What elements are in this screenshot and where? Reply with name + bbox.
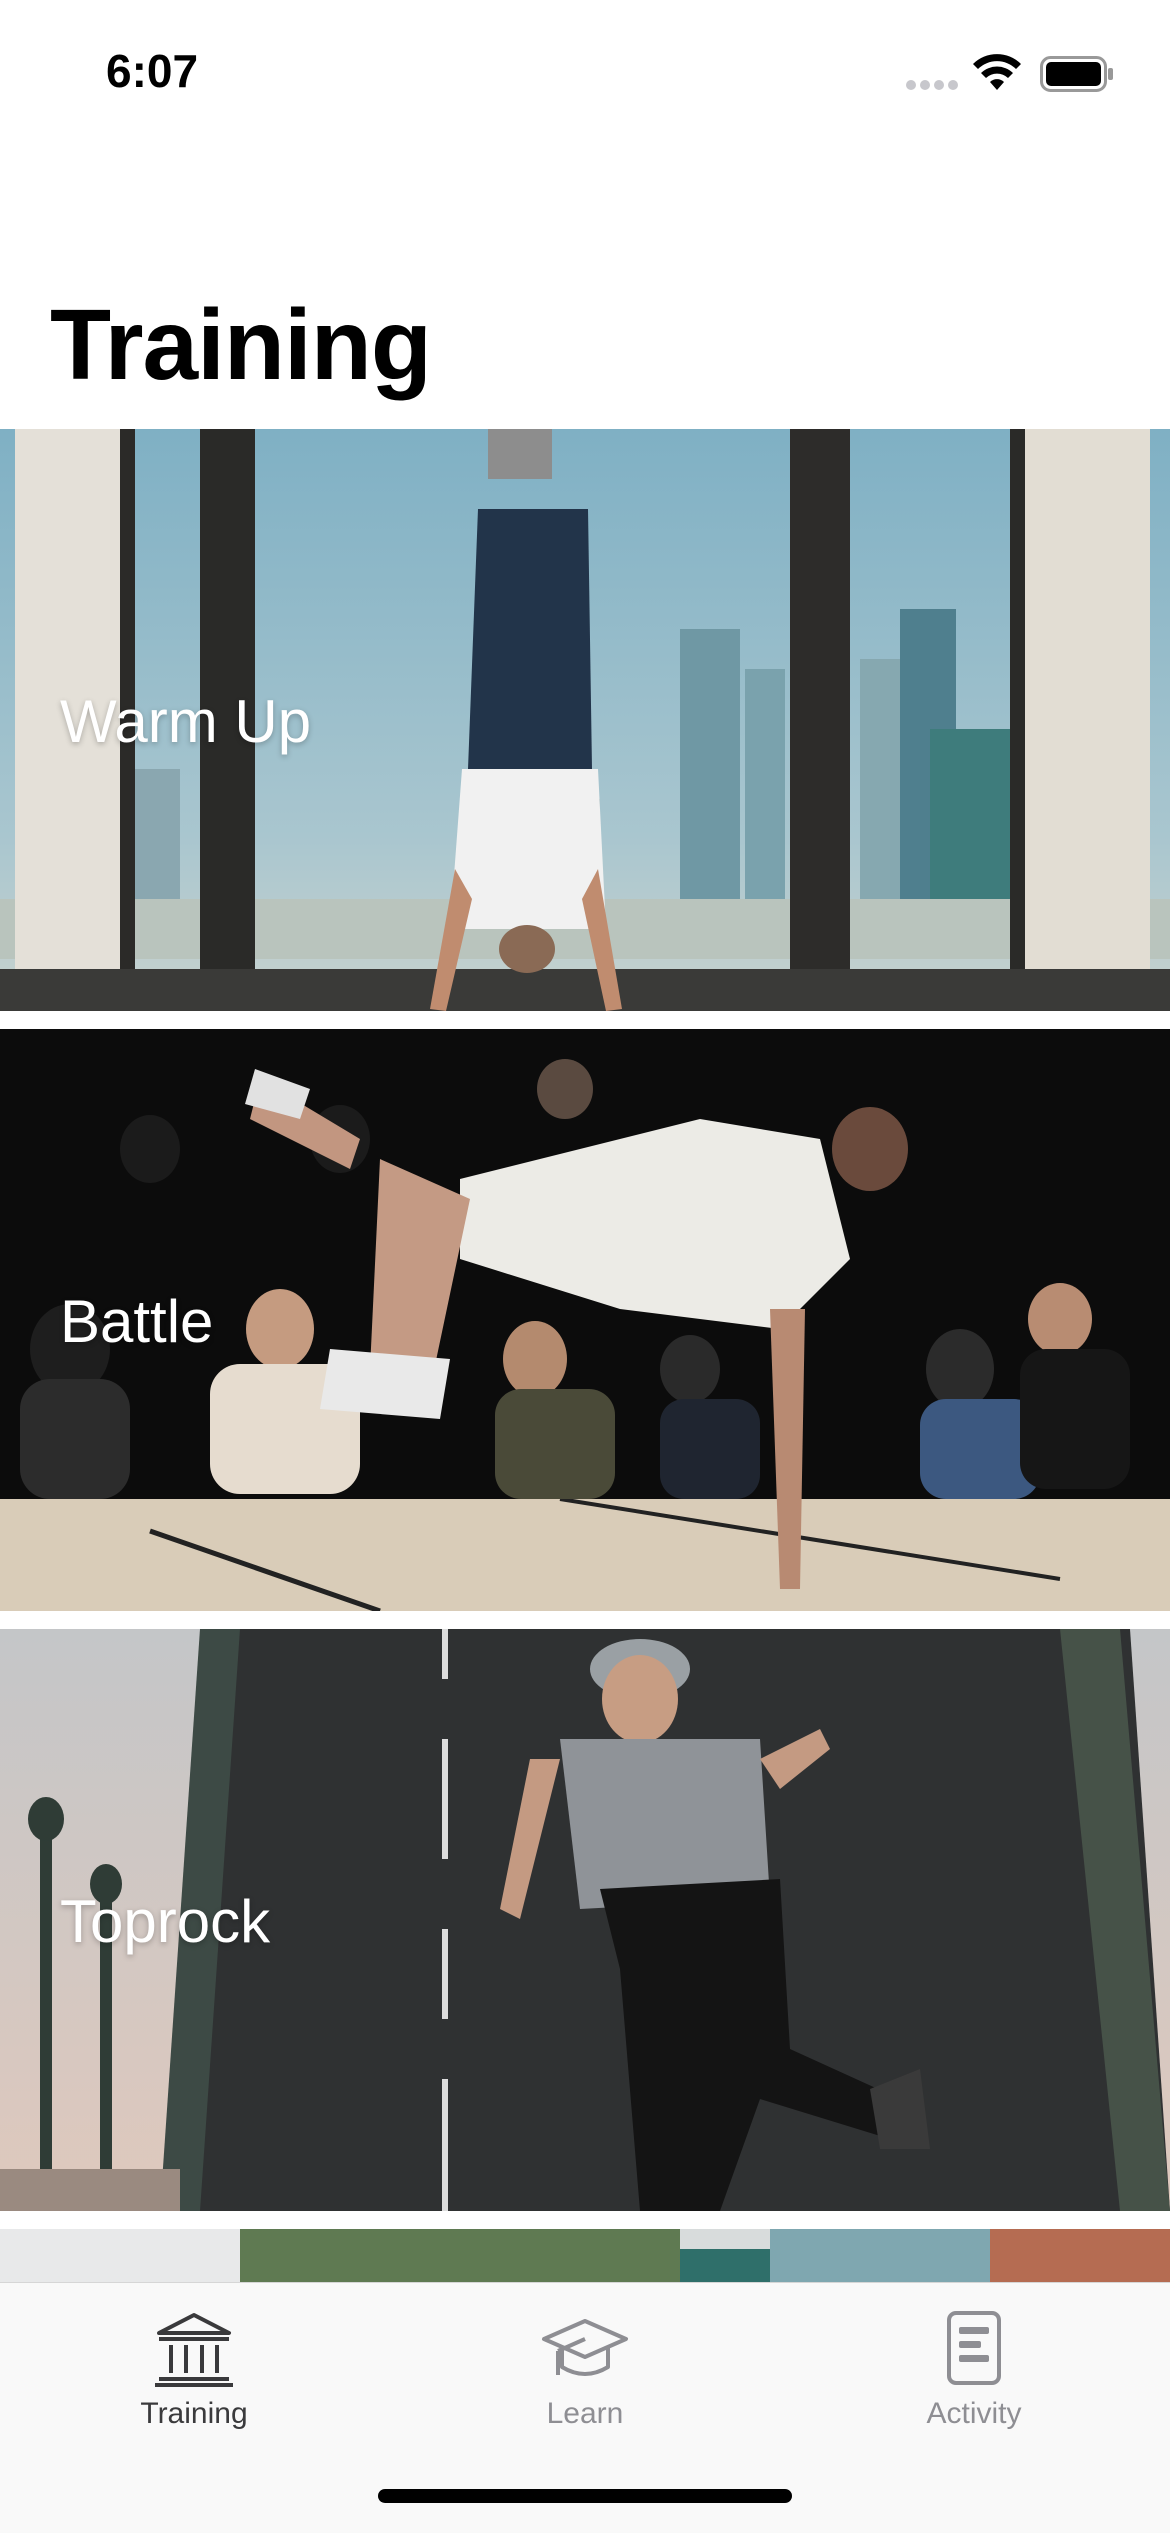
tab-activity[interactable]: Activity bbox=[844, 2309, 1104, 2459]
status-bar: 6:07 bbox=[0, 0, 1170, 150]
partial-photo bbox=[0, 2229, 1170, 2282]
card-toprock[interactable]: Toprock bbox=[0, 1629, 1170, 2211]
building-columns-icon bbox=[155, 2313, 233, 2387]
home-indicator bbox=[378, 2489, 792, 2503]
cellular-signal-icon bbox=[906, 80, 960, 90]
tab-label: Training bbox=[140, 2397, 248, 2430]
card-title: Toprock bbox=[60, 1888, 271, 1955]
document-list-icon bbox=[947, 2311, 1001, 2385]
tab-learn[interactable]: Learn bbox=[455, 2309, 715, 2459]
card-warm-up[interactable]: Warm Up bbox=[0, 429, 1170, 1011]
card-partial[interactable] bbox=[0, 2229, 1170, 2282]
card-battle[interactable]: Battle bbox=[0, 1029, 1170, 1611]
page-title: Training bbox=[50, 289, 432, 401]
graduation-cap-icon bbox=[542, 2319, 628, 2376]
battery-icon bbox=[1040, 56, 1113, 92]
card-title: Battle bbox=[60, 1288, 214, 1355]
tab-training[interactable]: Training bbox=[64, 2309, 324, 2459]
status-time: 6:07 bbox=[106, 45, 199, 97]
tab-label: Activity bbox=[926, 2397, 1022, 2430]
card-title: Warm Up bbox=[60, 688, 312, 755]
wifi-icon bbox=[973, 54, 1021, 90]
tab-label: Learn bbox=[546, 2397, 624, 2430]
